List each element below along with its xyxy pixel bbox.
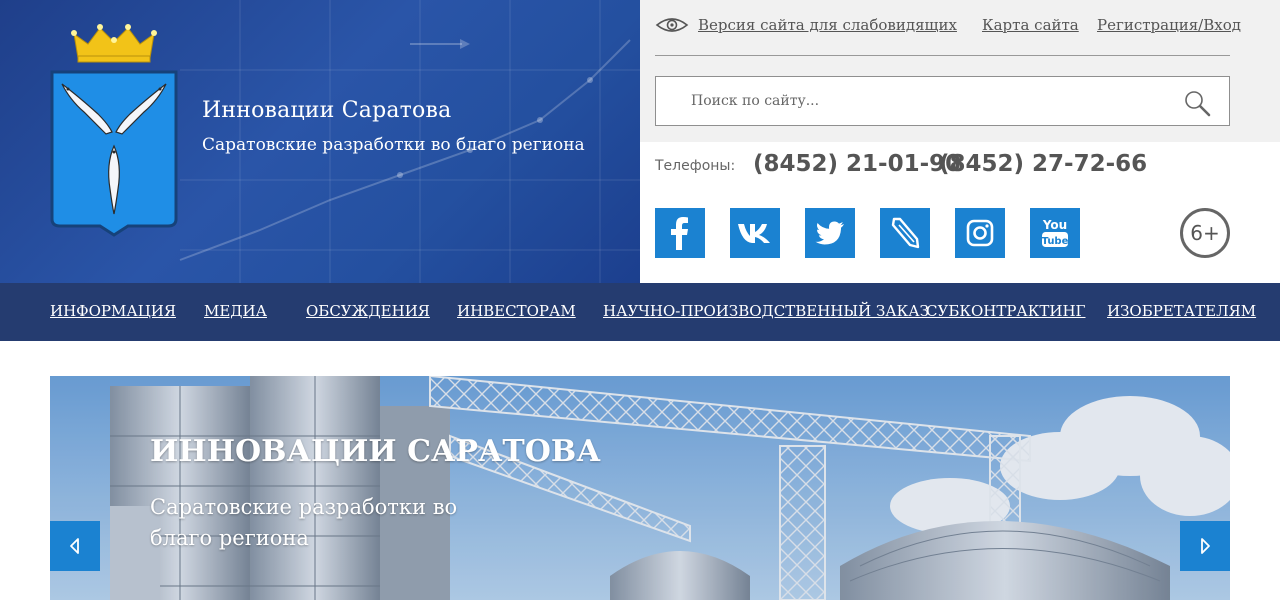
site-subtitle: Саратовские разработки во благо региона xyxy=(202,135,585,155)
chevron-right-icon xyxy=(1201,538,1210,554)
youtube-icon-text-bottom: Tube xyxy=(1042,236,1069,247)
nav-item-subcontracting[interactable]: СУБКОНТРАКТИНГ xyxy=(926,302,1086,320)
vk-icon xyxy=(738,224,770,243)
header-banner: Инновации Саратова Саратовские разработк… xyxy=(0,0,640,283)
livejournal-button[interactable] xyxy=(880,208,930,258)
register-login-link[interactable]: Регистрация/Вход xyxy=(1097,16,1241,34)
youtube-icon-text-top: You xyxy=(1042,218,1067,232)
age-rating-badge: 6+ xyxy=(1180,208,1230,258)
eye-icon[interactable] xyxy=(655,14,689,36)
phones-label: Телефоны: xyxy=(655,158,736,174)
header-tools: Версия сайта для слабовидящих Карта сайт… xyxy=(640,0,1280,283)
instagram-icon xyxy=(966,219,994,247)
accessibility-version-link[interactable]: Версия сайта для слабовидящих xyxy=(698,16,957,34)
nav-item-research-order[interactable]: НАУЧНО-ПРОИЗВОДСТВЕННЫЙ ЗАКАЗ xyxy=(603,302,929,320)
nav-item-discussions[interactable]: ОБСУЖДЕНИЯ xyxy=(306,302,430,320)
slide-image-silos xyxy=(50,376,1230,600)
facebook-icon xyxy=(671,217,688,250)
slider-prev-button[interactable] xyxy=(50,521,100,571)
slide-subtitle: Саратовские разработки во благо региона xyxy=(150,495,458,550)
main-nav: ИНФОРМАЦИЯ МЕДИА ОБСУЖДЕНИЯ ИНВЕСТОРАМ Н… xyxy=(0,283,1280,341)
youtube-icon: You Tube xyxy=(1042,218,1069,247)
instagram-button[interactable] xyxy=(955,208,1005,258)
vk-button[interactable] xyxy=(730,208,780,258)
facebook-button[interactable] xyxy=(655,208,705,258)
livejournal-icon xyxy=(891,217,920,249)
coat-of-arms-logo[interactable] xyxy=(48,14,180,238)
nav-item-inventors[interactable]: ИЗОБРЕТАТЕЛЯМ xyxy=(1107,302,1256,320)
phone-number-1[interactable]: (8452) 21-01-90 xyxy=(753,151,961,177)
twitter-icon xyxy=(815,221,844,245)
nav-item-media[interactable]: МЕДИА xyxy=(204,302,267,320)
phone-number-2[interactable]: (8452) 27-72-66 xyxy=(939,151,1147,177)
youtube-button[interactable]: You Tube xyxy=(1030,208,1080,258)
chevron-left-icon xyxy=(70,538,79,554)
twitter-button[interactable] xyxy=(805,208,855,258)
search-icon[interactable] xyxy=(1183,89,1211,117)
sitemap-link[interactable]: Карта сайта xyxy=(982,16,1079,34)
divider xyxy=(655,55,1230,56)
site-title[interactable]: Инновации Саратова xyxy=(202,98,451,123)
search-input[interactable] xyxy=(656,77,1229,125)
hero-slider: ИННОВАЦИИ САРАТОВА Саратовские разработк… xyxy=(50,376,1230,600)
nav-item-investors[interactable]: ИНВЕСТОРАМ xyxy=(457,302,576,320)
nav-item-information[interactable]: ИНФОРМАЦИЯ xyxy=(50,302,176,320)
slide-title: ИННОВАЦИИ САРАТОВА xyxy=(150,434,601,469)
search-box xyxy=(655,76,1230,126)
coat-of-arms-icon xyxy=(50,24,178,237)
slider-next-button[interactable] xyxy=(1180,521,1230,571)
